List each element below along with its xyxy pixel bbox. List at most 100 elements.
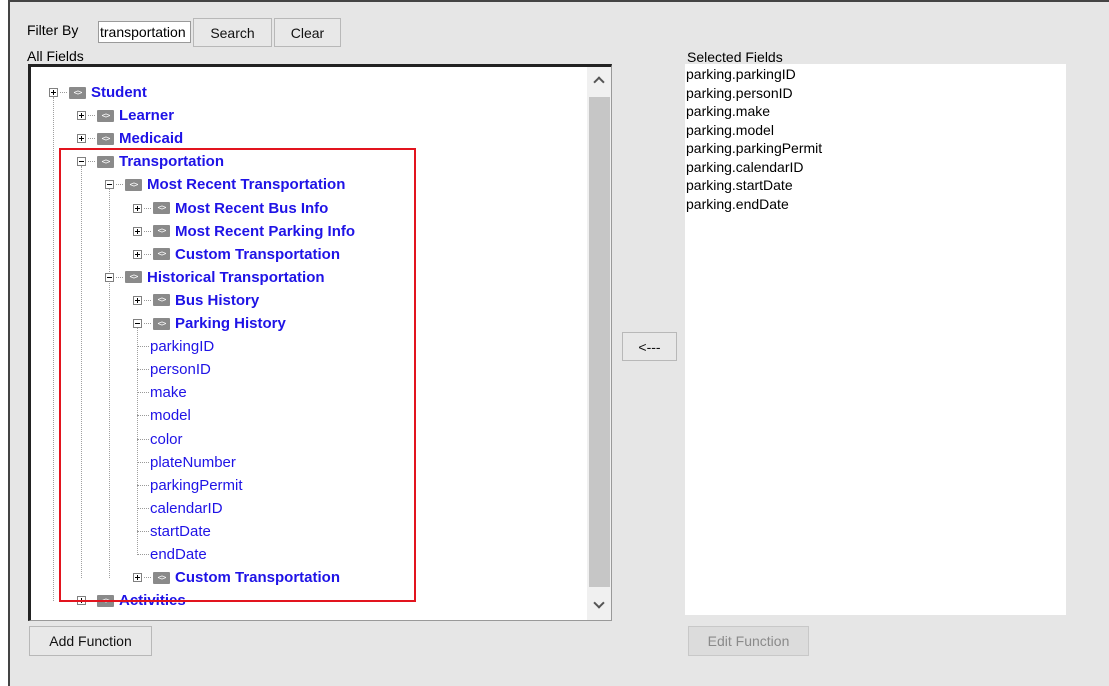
tree-leaf-label[interactable]: color — [150, 431, 183, 448]
tree-connector — [137, 392, 149, 394]
tree-node-label[interactable]: Bus History — [175, 292, 259, 309]
chevron-down-icon[interactable] — [593, 597, 605, 609]
tree-node-label[interactable]: Custom Transportation — [175, 246, 340, 263]
expand-icon[interactable] — [133, 203, 142, 213]
tree-connector — [137, 346, 149, 348]
tree-leaf-startDate[interactable]: startDate — [137, 520, 211, 543]
tree-leaf-personID[interactable]: personID — [137, 358, 211, 381]
tree-connector — [144, 207, 151, 209]
chevron-up-icon[interactable] — [593, 76, 605, 88]
tree-content: <> Student <> Learner <> Medicaid <> Transporta… — [31, 67, 587, 620]
selected-fields-list[interactable]: parking.parkingID parking.personID parking… — [685, 64, 1066, 615]
tree-guide-line — [53, 97, 54, 602]
tree-node-label[interactable]: Parking History — [175, 315, 286, 332]
tree-leaf-plateNumber[interactable]: plateNumber — [137, 451, 236, 474]
tree-leaf-label[interactable]: parkingID — [150, 338, 214, 355]
tree-leaf-endDate[interactable]: endDate — [137, 543, 207, 566]
tree-node-parking-history[interactable]: <> Parking History — [133, 312, 286, 335]
add-function-button[interactable]: Add Function — [29, 626, 152, 656]
collapse-icon[interactable] — [77, 157, 86, 167]
selected-field-item[interactable]: parking.make — [686, 102, 1066, 121]
selected-field-item[interactable]: parking.calendarID — [686, 158, 1066, 177]
tree-leaf-parkingPermit[interactable]: parkingPermit — [137, 474, 243, 497]
xml-tag-icon: <> — [153, 294, 170, 307]
selected-field-item[interactable]: parking.startDate — [686, 176, 1066, 195]
expand-icon[interactable] — [133, 573, 142, 583]
tree-node-label[interactable]: Transportation — [119, 153, 224, 170]
selected-field-item[interactable]: parking.endDate — [686, 195, 1066, 214]
tree-leaf-make[interactable]: make — [137, 381, 187, 404]
xml-tag-icon: <> — [153, 202, 170, 214]
selected-field-item[interactable]: parking.parkingID — [686, 65, 1066, 84]
tree-node-label[interactable]: Most Recent Transportation — [147, 176, 345, 193]
tree-node-student[interactable]: <> Student — [49, 81, 147, 104]
tree-connector — [137, 530, 149, 532]
tree-connector — [137, 484, 149, 486]
tree-leaf-label[interactable]: calendarID — [150, 500, 223, 517]
clear-button[interactable]: Clear — [274, 18, 341, 47]
tree-connector — [137, 461, 149, 463]
xml-tag-icon: <> — [97, 594, 114, 607]
tree-node-label[interactable]: Most Recent Bus Info — [175, 200, 328, 217]
expand-icon[interactable] — [49, 88, 58, 97]
tree-leaf-color[interactable]: color — [137, 428, 183, 451]
tree-leaf-label[interactable]: model — [150, 407, 191, 424]
tree-node-label[interactable]: Historical Transportation — [147, 269, 325, 286]
tree-node-custom-transportation[interactable]: <> Custom Transportation — [133, 243, 340, 266]
filter-input[interactable]: transportation — [98, 21, 191, 43]
tree-leaf-label[interactable]: personID — [150, 361, 211, 378]
collapse-icon[interactable] — [105, 180, 114, 190]
selected-field-item[interactable]: parking.model — [686, 121, 1066, 140]
vertical-scrollbar[interactable] — [587, 67, 611, 620]
tree-node-medicaid[interactable]: <> Medicaid — [77, 127, 183, 150]
tree-leaf-label[interactable]: endDate — [150, 546, 207, 563]
tree-node-label[interactable]: Activities — [119, 592, 186, 609]
tree-leaf-label[interactable]: plateNumber — [150, 454, 236, 471]
tree-connector — [144, 253, 151, 255]
tree-node-most-recent-transportation[interactable]: <> Most Recent Transportation — [105, 173, 345, 196]
tree-connector — [116, 276, 123, 278]
all-fields-tree[interactable]: <> Student <> Learner <> Medicaid <> Transporta… — [28, 64, 612, 621]
tree-connector — [137, 507, 149, 509]
expand-icon[interactable] — [133, 295, 142, 305]
collapse-icon[interactable] — [133, 319, 142, 328]
tree-node-label[interactable]: Medicaid — [119, 130, 183, 147]
remove-field-button[interactable]: <--- — [622, 332, 677, 361]
selected-field-item[interactable]: parking.parkingPermit — [686, 139, 1066, 158]
xml-tag-icon: <> — [97, 132, 114, 145]
tree-node-label[interactable]: Custom Transportation — [175, 569, 340, 586]
collapse-icon[interactable] — [105, 272, 114, 282]
expand-icon[interactable] — [77, 596, 86, 606]
xml-tag-icon: <> — [153, 225, 170, 238]
tree-leaf-label[interactable]: parkingPermit — [150, 477, 243, 494]
xml-tag-icon: <> — [153, 317, 170, 330]
tree-leaf-label[interactable]: startDate — [150, 523, 211, 540]
tree-node-custom-transportation[interactable]: <> Custom Transportation — [133, 566, 340, 589]
tree-node-transportation[interactable]: <> Transportation — [77, 150, 224, 173]
edit-function-button: Edit Function — [688, 626, 809, 656]
search-button[interactable]: Search — [193, 18, 272, 47]
selected-field-item[interactable]: parking.personID — [686, 84, 1066, 103]
xml-tag-icon: <> — [125, 178, 142, 191]
tree-node-historical-transportation[interactable]: <> Historical Transportation — [105, 266, 325, 289]
tree-node-label[interactable]: Student — [91, 84, 147, 101]
tree-connector — [88, 138, 95, 140]
tree-node-most-recent-parking-info[interactable]: <> Most Recent Parking Info — [133, 220, 355, 243]
xml-tag-icon: <> — [125, 271, 142, 284]
tree-node-activities[interactable]: <> Activities — [77, 589, 186, 612]
tree-node-label[interactable]: Most Recent Parking Info — [175, 223, 355, 240]
tree-node-bus-history[interactable]: <> Bus History — [133, 289, 259, 312]
tree-node-most-recent-bus-info[interactable]: <> Most Recent Bus Info — [133, 197, 328, 220]
expand-icon[interactable] — [133, 249, 142, 259]
tree-node-label[interactable]: Learner — [119, 107, 174, 124]
expand-icon[interactable] — [77, 111, 86, 121]
scroll-thumb[interactable] — [589, 97, 610, 587]
tree-node-learner[interactable]: <> Learner — [77, 104, 174, 127]
tree-leaf-model[interactable]: model — [137, 404, 191, 427]
tree-leaf-parkingID[interactable]: parkingID — [137, 335, 214, 358]
selected-fields-label: Selected Fields — [687, 49, 783, 65]
tree-leaf-calendarID[interactable]: calendarID — [137, 497, 223, 520]
expand-icon[interactable] — [133, 226, 142, 236]
tree-leaf-label[interactable]: make — [150, 384, 187, 401]
expand-icon[interactable] — [77, 134, 86, 144]
